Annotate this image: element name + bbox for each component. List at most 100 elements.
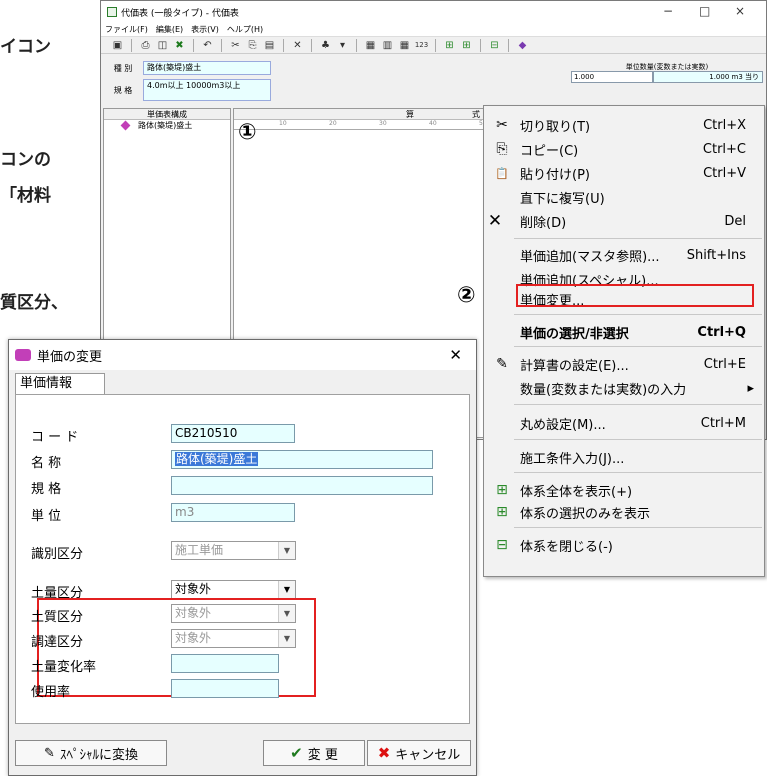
change-price-dialog: 単価の変更 ✕ 単価情報 コ ー ド CB210510 名 称 路体(築堤)盛土… bbox=[8, 339, 477, 776]
usage-rate-label: 使用率 bbox=[31, 685, 71, 700]
ruler-tick: 30 bbox=[379, 120, 387, 127]
procurement-class-select[interactable]: 対象外 ▼ bbox=[171, 629, 296, 648]
minimize-button[interactable]: − bbox=[663, 4, 673, 18]
id-class-value: 施工単価 bbox=[175, 543, 224, 557]
paste-icon: 📋 bbox=[495, 166, 509, 180]
doc-text-line-2: コンの bbox=[0, 150, 51, 170]
tree-header: 単価表構成 bbox=[104, 109, 230, 120]
menu-edit[interactable]: 編集(E) bbox=[156, 24, 183, 35]
tree-collapse-icon: ⊟ bbox=[496, 537, 508, 553]
toolbar-separator bbox=[193, 38, 194, 52]
chevron-down-icon: ▼ bbox=[278, 542, 295, 559]
excel-icon[interactable]: ✖ bbox=[173, 39, 186, 52]
cancel-x-icon: ✖ bbox=[377, 744, 391, 762]
tree-item[interactable]: 路体(築堤)盛土 bbox=[104, 120, 230, 131]
work-class-select[interactable]: 対象外 ▼ bbox=[171, 580, 296, 599]
spec-field[interactable] bbox=[171, 476, 433, 495]
number-icon[interactable]: 123 bbox=[415, 39, 428, 52]
context-menu: ✂ 切り取り(T) Ctrl+X ⎘ コピー(C) Ctrl+C 📋 貼り付け(… bbox=[483, 105, 765, 577]
change-label: 変 更 bbox=[307, 747, 338, 763]
menu-separator bbox=[514, 439, 762, 440]
print-icon[interactable]: ⎙ bbox=[139, 39, 152, 52]
menu-item-construction-conditions[interactable]: 施工条件入力(J)... bbox=[484, 442, 764, 472]
doc-text-line-4: 質区分、 bbox=[0, 293, 68, 313]
save-icon[interactable]: ▣ bbox=[111, 39, 124, 52]
cancel-button[interactable]: ✖ キャンセル bbox=[367, 740, 471, 766]
menu-item-select-toggle[interactable]: 単価の選択/非選択 Ctrl+Q bbox=[484, 317, 764, 347]
menu-item-label: コピー(C) bbox=[520, 143, 579, 159]
menu-item-collapse[interactable]: ⊟ 体系を閉じる(-) bbox=[484, 530, 764, 560]
chevron-down-icon: ▼ bbox=[278, 581, 295, 598]
usage-rate-field[interactable] bbox=[171, 679, 279, 698]
close-button[interactable]: × bbox=[735, 4, 745, 18]
add-icon[interactable]: ♣ bbox=[319, 39, 332, 52]
tree-select-icon[interactable]: ⊞ bbox=[460, 39, 473, 52]
spec-row: 規 格 4.0m以上 10000m3以上 bbox=[103, 79, 271, 101]
dialog-title: 単価の変更 bbox=[37, 349, 103, 365]
toolbar-separator bbox=[435, 38, 436, 52]
menu-item-label: 体系を閉じる(-) bbox=[520, 539, 613, 555]
cube-icon bbox=[120, 120, 131, 131]
soil-class-label: 土質区分 bbox=[31, 610, 84, 625]
id-class-select[interactable]: 施工単価 ▼ bbox=[171, 541, 296, 560]
change-rate-field[interactable] bbox=[171, 654, 279, 673]
cut-icon[interactable]: ✂ bbox=[229, 39, 242, 52]
menu-separator bbox=[514, 472, 762, 473]
menu-separator bbox=[514, 527, 762, 528]
menu-item-rounding[interactable]: 丸め設定(M)... Ctrl+M bbox=[484, 408, 764, 438]
close-icon[interactable]: ✕ bbox=[449, 346, 462, 364]
tree-expand-icon[interactable]: ⊞ bbox=[443, 39, 456, 52]
toolbar-separator bbox=[311, 38, 312, 52]
scissors-icon: ✂ bbox=[496, 117, 508, 133]
code-label: コ ー ド bbox=[31, 430, 79, 445]
menu-item-show-selected[interactable]: ⊞ 体系の選択のみを表示 bbox=[484, 497, 764, 527]
tree-collapse-icon[interactable]: ⊟ bbox=[488, 39, 501, 52]
dialog-titlebar: 単価の変更 bbox=[9, 340, 476, 370]
procurement-class-label: 調達区分 bbox=[31, 635, 84, 650]
undo-icon[interactable]: ↶ bbox=[201, 39, 214, 52]
menu-item-label: 数量(変数または実数)の入力 bbox=[520, 382, 687, 398]
id-class-label: 識別区分 bbox=[31, 547, 84, 562]
qty-unit-field[interactable]: 1.000 m3 当り bbox=[653, 71, 763, 83]
grid-icon[interactable]: ▦ bbox=[398, 39, 411, 52]
menu-item-shortcut: Ctrl+E bbox=[703, 356, 746, 372]
table-icon[interactable]: ▥ bbox=[381, 39, 394, 52]
maximize-button[interactable]: □ bbox=[699, 4, 710, 18]
menu-item-label: 削除(D) bbox=[520, 215, 567, 231]
menu-item-shortcut: Ctrl+M bbox=[700, 415, 746, 431]
ruler-tick: 20 bbox=[329, 120, 337, 127]
qty-value-field[interactable]: 1.000 bbox=[571, 71, 653, 83]
tab-price-info[interactable]: 単価情報 bbox=[15, 373, 105, 395]
toolbar-separator bbox=[283, 38, 284, 52]
chevron-down-icon: ▼ bbox=[278, 630, 295, 647]
convert-special-button[interactable]: ✎ ｽﾍﾟｼｬﾙに変換 bbox=[15, 740, 167, 766]
change-button[interactable]: ✔ 変 更 bbox=[263, 740, 365, 766]
name-field[interactable]: 路体(築堤)盛土 bbox=[171, 450, 433, 469]
menu-view[interactable]: 表示(V) bbox=[191, 24, 219, 35]
marker-1: ① bbox=[238, 120, 257, 145]
type-label: 種 別 bbox=[103, 62, 143, 74]
calc-icon[interactable]: ▦ bbox=[364, 39, 377, 52]
delete-x-icon: ✕ bbox=[487, 211, 503, 231]
settings-icon[interactable]: ◆ bbox=[516, 39, 529, 52]
menu-item-delete[interactable]: ✕ 削除(D) Del bbox=[484, 206, 764, 236]
menu-item-label: 単価の選択/非選択 bbox=[520, 326, 629, 342]
menu-file[interactable]: ファイル(F) bbox=[105, 24, 148, 35]
toolbar-separator bbox=[221, 38, 222, 52]
toolbar: ▣ ⎙ ◫ ✖ ↶ ✂ ⎘ ▤ ✕ ♣ ▾ ▦ ▥ ▦ 123 ⊞ ⊞ ⊟ ◆ bbox=[101, 36, 766, 54]
toolbar-separator bbox=[131, 38, 132, 52]
dropdown-icon[interactable]: ▾ bbox=[336, 39, 349, 52]
menu-item-shortcut: Ctrl+V bbox=[703, 165, 746, 181]
copy-icon[interactable]: ⎘ bbox=[246, 39, 259, 52]
unit-field[interactable]: m3 bbox=[171, 503, 295, 522]
delete-icon[interactable]: ✕ bbox=[291, 39, 304, 52]
soil-class-select[interactable]: 対象外 ▼ bbox=[171, 604, 296, 623]
cube-icon bbox=[15, 349, 31, 361]
paste-icon[interactable]: ▤ bbox=[263, 39, 276, 52]
preview-icon[interactable]: ◫ bbox=[156, 39, 169, 52]
menu-item-qty-input[interactable]: 数量(変数または実数)の入力 ▸ bbox=[484, 373, 764, 403]
menubar: ファイル(F) 編集(E) 表示(V) ヘルプ(H) bbox=[101, 23, 766, 36]
menu-help[interactable]: ヘルプ(H) bbox=[227, 24, 263, 35]
code-field[interactable]: CB210510 bbox=[171, 424, 295, 443]
menu-item-shortcut: Ctrl+X bbox=[703, 117, 746, 133]
